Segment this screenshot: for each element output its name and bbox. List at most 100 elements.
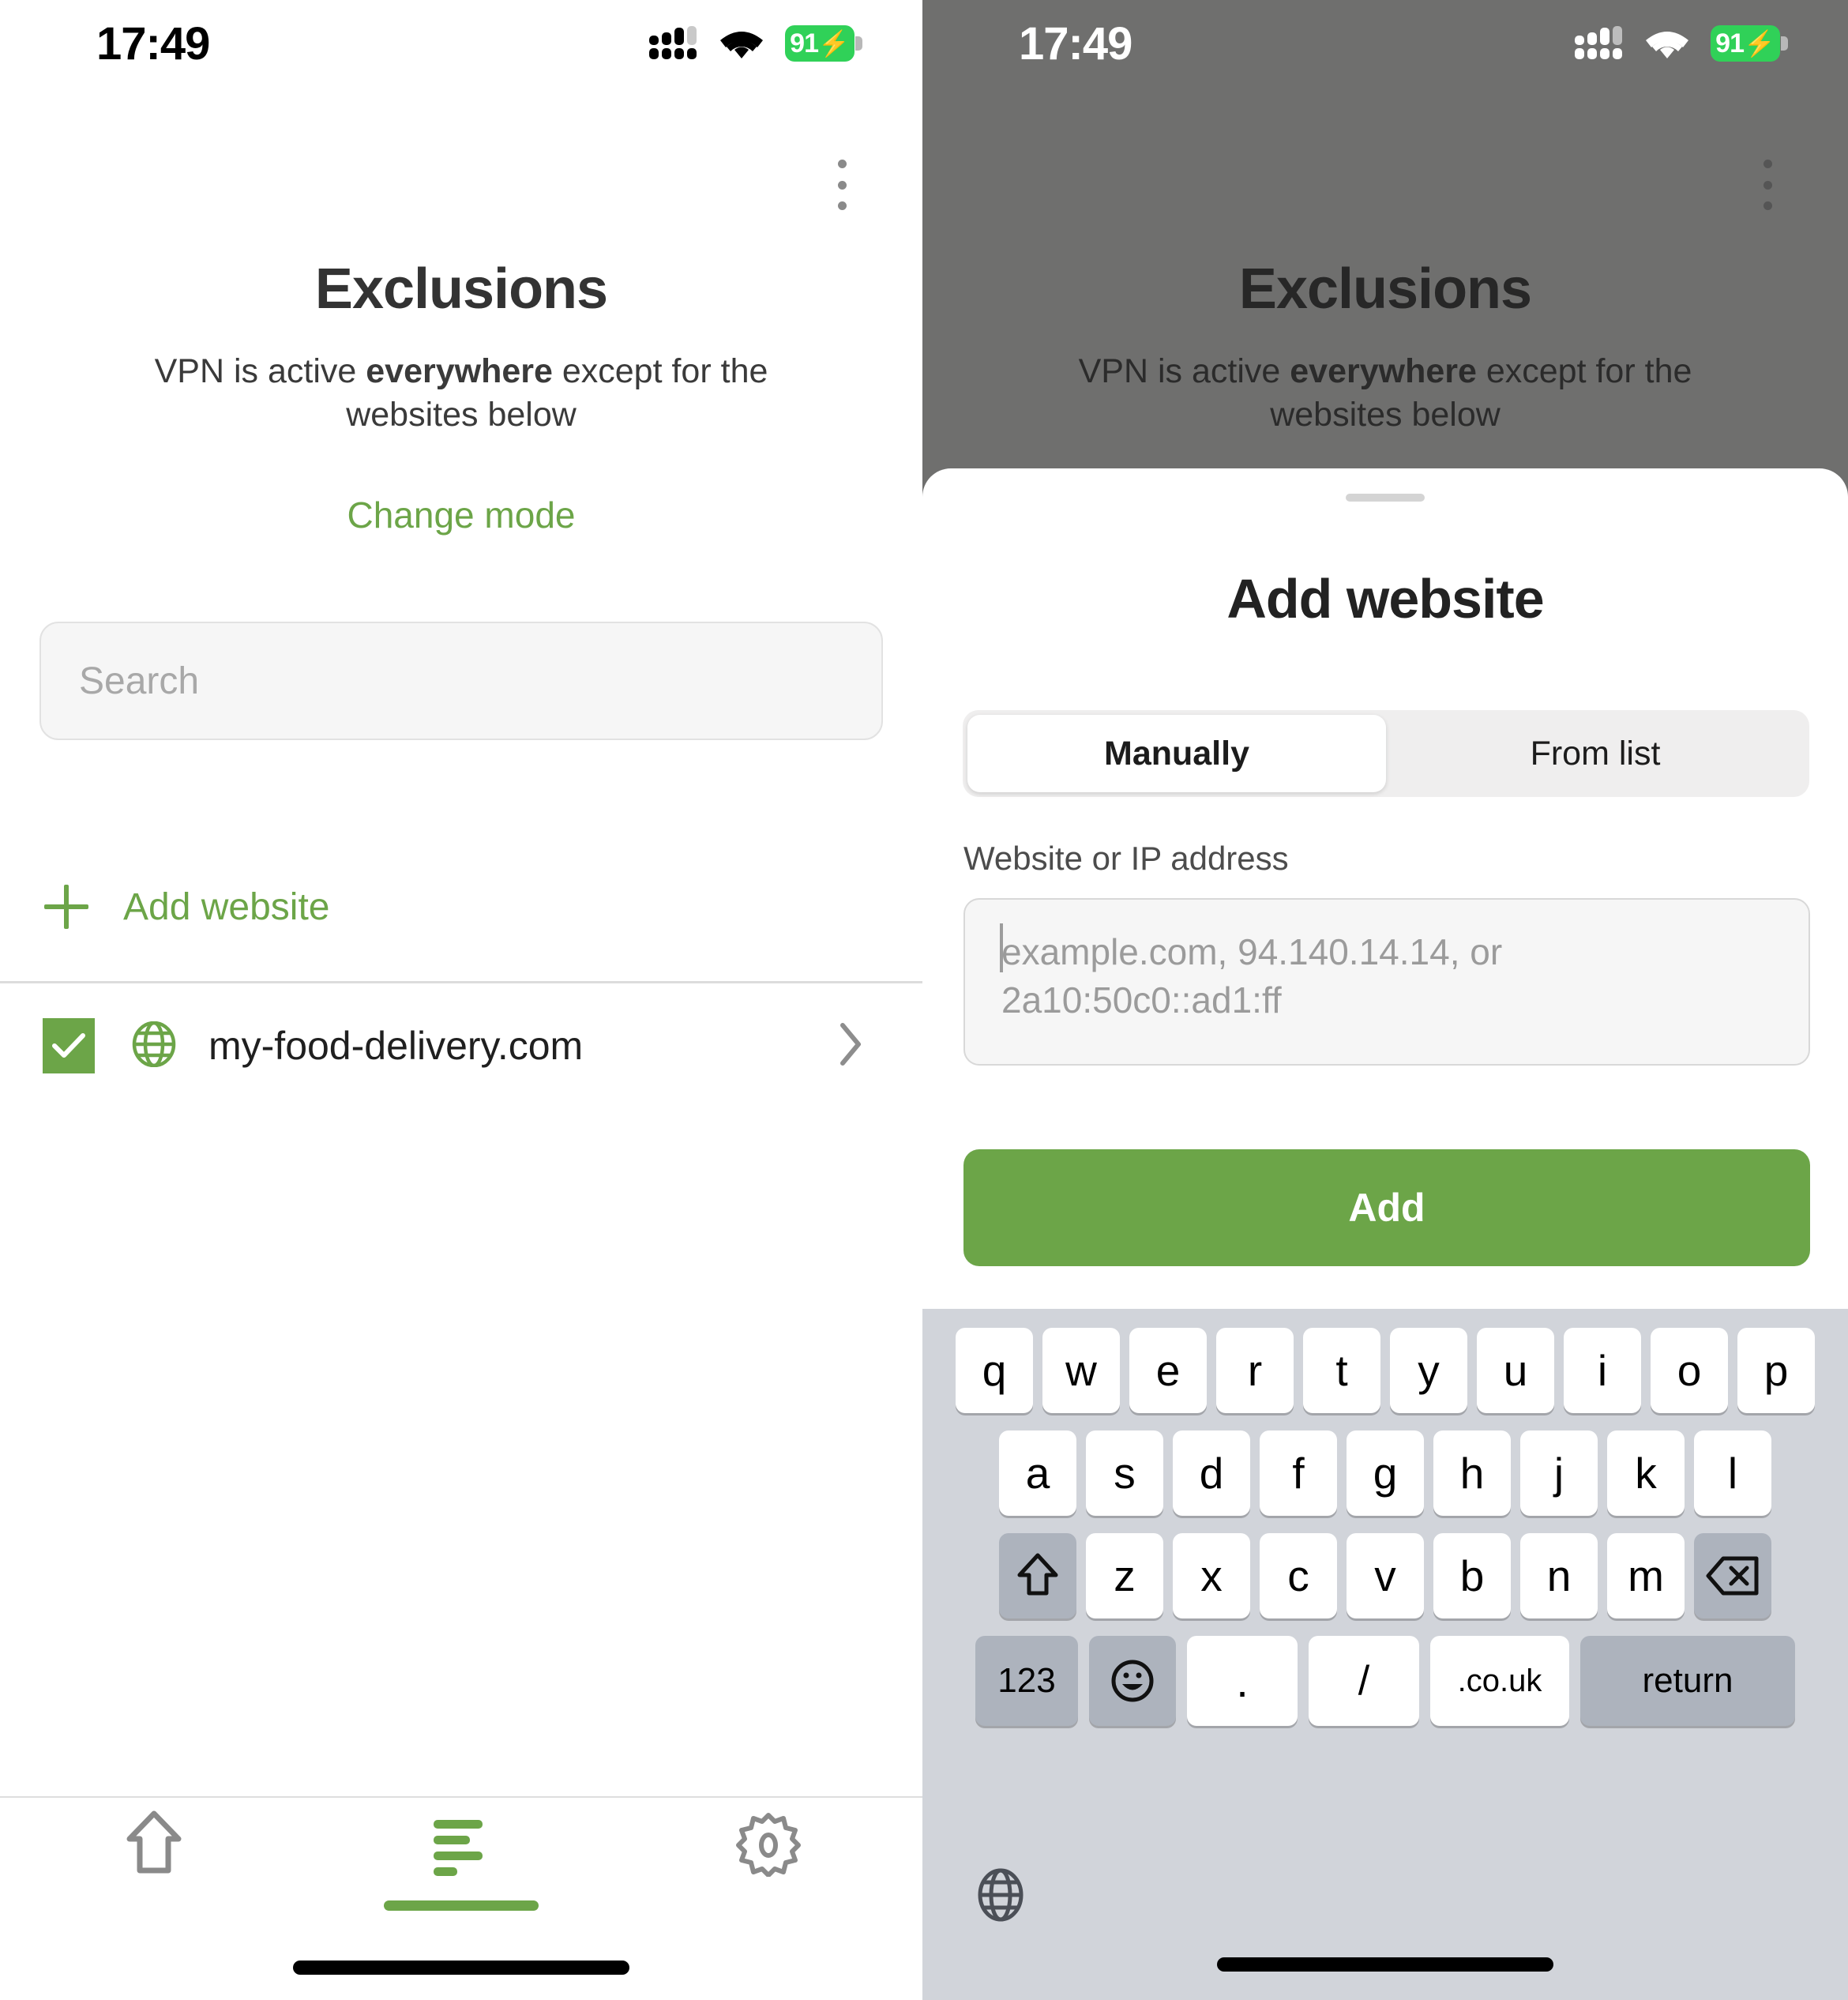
website-or-ip-input[interactable]: example.com, 94.140.14.14, or 2a10:50c0:… bbox=[963, 898, 1810, 1066]
website-input-placeholder: example.com, 94.140.14.14, or 2a10:50c0:… bbox=[1001, 931, 1503, 1021]
bottom-tab-bar bbox=[0, 1798, 922, 1913]
website-field-label: Website or IP address bbox=[963, 840, 1289, 877]
backspace-delete-icon[interactable] bbox=[1694, 1533, 1771, 1618]
status-time-right: 17:49 bbox=[1019, 17, 1132, 70]
kebab-menu-icon[interactable] bbox=[818, 155, 866, 215]
key-m[interactable]: m bbox=[1607, 1533, 1685, 1618]
key-tld-couk[interactable]: .co.uk bbox=[1430, 1636, 1569, 1726]
key-e[interactable]: e bbox=[1129, 1328, 1207, 1413]
key-x[interactable]: x bbox=[1173, 1533, 1250, 1618]
key-r[interactable]: r bbox=[1216, 1328, 1294, 1413]
search-input[interactable]: Search bbox=[39, 622, 883, 740]
text-caret bbox=[1000, 923, 1003, 972]
globe-icon bbox=[131, 1021, 177, 1071]
table-row[interactable]: my-food-delivery.com bbox=[0, 982, 922, 1110]
on-screen-keyboard: q w e r t y u i o p a s d f g h j k l z … bbox=[922, 1309, 1848, 2000]
bolt-icon-right: ⚡ bbox=[1743, 29, 1775, 58]
cellular-signal-icon bbox=[649, 26, 697, 59]
page-subtitle: VPN is active everywhere except for the … bbox=[111, 350, 812, 436]
add-website-sheet-screen: Exclusions VPN is active everywhere exce… bbox=[922, 0, 1848, 2000]
key-l[interactable]: l bbox=[1694, 1430, 1771, 1516]
add-button[interactable]: Add bbox=[963, 1149, 1810, 1266]
sidebar-item-exclusions[interactable] bbox=[307, 1809, 614, 1911]
globe-language-icon[interactable] bbox=[971, 1866, 1030, 1924]
key-w[interactable]: w bbox=[1042, 1328, 1120, 1413]
key-q[interactable]: q bbox=[956, 1328, 1033, 1413]
change-mode-link[interactable]: Change mode bbox=[0, 494, 922, 536]
battery-level: 91 bbox=[790, 28, 819, 58]
bolt-icon: ⚡ bbox=[817, 29, 850, 58]
key-h[interactable]: h bbox=[1433, 1430, 1511, 1516]
exclusions-screen: 17:49 91 ⚡ Exclusions VPN is active ever… bbox=[0, 0, 922, 2000]
battery-indicator: 91 ⚡ bbox=[785, 25, 862, 62]
cellular-signal-icon-right bbox=[1575, 26, 1622, 59]
status-icons: 91 ⚡ bbox=[649, 25, 862, 62]
add-website-sheet: Add website Manually From list Website o… bbox=[922, 468, 1848, 2000]
key-t[interactable]: t bbox=[1303, 1328, 1380, 1413]
wifi-icon-right bbox=[1646, 32, 1688, 58]
key-b[interactable]: b bbox=[1433, 1533, 1511, 1618]
sheet-title: Add website bbox=[1226, 568, 1544, 630]
exclusions-body: Exclusions VPN is active everywhere exce… bbox=[0, 0, 922, 2000]
keyboard-row-1: q w e r t y u i o p bbox=[922, 1328, 1848, 1413]
key-c[interactable]: c bbox=[1260, 1533, 1337, 1618]
sidebar-item-home[interactable] bbox=[0, 1809, 307, 1877]
home-indicator bbox=[293, 1961, 629, 1975]
kebab-menu-icon-dimmed[interactable] bbox=[1744, 155, 1791, 215]
checkmark-icon[interactable] bbox=[43, 1018, 95, 1073]
keyboard-row-4: 123 . / .co.uk return bbox=[922, 1636, 1848, 1726]
page-title: Exclusions bbox=[314, 258, 608, 321]
add-website-label: Add website bbox=[123, 885, 330, 928]
key-i[interactable]: i bbox=[1564, 1328, 1641, 1413]
key-g[interactable]: g bbox=[1347, 1430, 1424, 1516]
key-y[interactable]: y bbox=[1390, 1328, 1467, 1413]
gear-icon bbox=[736, 1813, 802, 1877]
shift-up-arrow-icon[interactable] bbox=[999, 1533, 1076, 1618]
status-bar-left: 17:49 91 ⚡ bbox=[0, 0, 922, 87]
key-v[interactable]: v bbox=[1347, 1533, 1424, 1618]
tab-from-list[interactable]: From list bbox=[1386, 715, 1805, 792]
subtitle-prefix: VPN is active bbox=[154, 352, 366, 390]
page-title-dimmed: Exclusions bbox=[1238, 258, 1532, 321]
wifi-icon bbox=[720, 32, 763, 58]
key-slash[interactable]: / bbox=[1309, 1636, 1419, 1726]
plus-icon bbox=[44, 885, 88, 929]
subtitle-bold: everywhere bbox=[366, 352, 553, 390]
add-website-button[interactable]: Add website bbox=[0, 855, 922, 959]
key-d[interactable]: d bbox=[1173, 1430, 1250, 1516]
key-period[interactable]: . bbox=[1187, 1636, 1298, 1726]
subtitle-prefix-dimmed: VPN is active bbox=[1078, 352, 1290, 390]
home-arrow-icon bbox=[126, 1810, 182, 1874]
key-j[interactable]: j bbox=[1520, 1430, 1598, 1516]
key-a[interactable]: a bbox=[999, 1430, 1076, 1516]
page-subtitle-dimmed: VPN is active everywhere except for the … bbox=[1033, 350, 1737, 436]
chevron-right-icon bbox=[839, 1022, 862, 1070]
key-k[interactable]: k bbox=[1607, 1430, 1685, 1516]
key-p[interactable]: p bbox=[1737, 1328, 1815, 1413]
battery-indicator-right: 91 ⚡ bbox=[1711, 25, 1788, 62]
key-n[interactable]: n bbox=[1520, 1533, 1598, 1618]
key-numbers[interactable]: 123 bbox=[975, 1636, 1078, 1726]
key-u[interactable]: u bbox=[1477, 1328, 1554, 1413]
list-lines-icon bbox=[433, 1820, 483, 1876]
emoji-smiley-icon[interactable] bbox=[1089, 1636, 1176, 1726]
battery-level-right: 91 bbox=[1715, 28, 1745, 58]
key-return[interactable]: return bbox=[1580, 1636, 1795, 1726]
sidebar-item-settings[interactable] bbox=[615, 1809, 922, 1877]
status-time: 17:49 bbox=[96, 17, 210, 70]
key-z[interactable]: z bbox=[1086, 1533, 1163, 1618]
active-tab-indicator bbox=[383, 1900, 539, 1911]
status-bar-right: 17:49 91 ⚡ bbox=[922, 0, 1848, 87]
search-placeholder: Search bbox=[79, 660, 200, 702]
dual-screenshot-container: 17:49 91 ⚡ Exclusions VPN is active ever… bbox=[0, 0, 1848, 2000]
keyboard-row-2: a s d f g h j k l bbox=[922, 1430, 1848, 1516]
subtitle-bold-dimmed: everywhere bbox=[1290, 352, 1477, 390]
site-name: my-food-delivery.com bbox=[208, 1024, 584, 1068]
key-o[interactable]: o bbox=[1651, 1328, 1728, 1413]
tab-manually[interactable]: Manually bbox=[967, 715, 1386, 792]
sheet-grabber[interactable] bbox=[1346, 494, 1425, 502]
key-f[interactable]: f bbox=[1260, 1430, 1337, 1516]
status-icons-right: 91 ⚡ bbox=[1575, 25, 1788, 62]
key-s[interactable]: s bbox=[1086, 1430, 1163, 1516]
keyboard-row-3: z x c v b n m bbox=[922, 1533, 1848, 1618]
